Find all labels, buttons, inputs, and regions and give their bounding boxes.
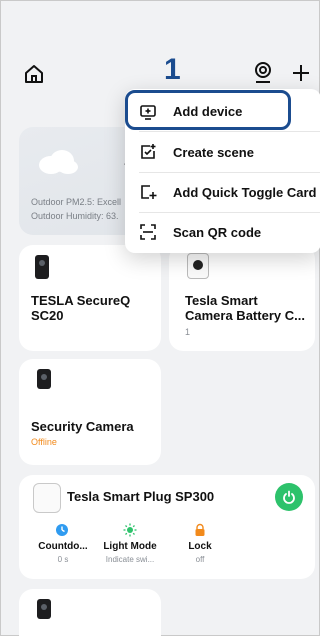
weather-humidity: Outdoor Humidity: 63. (31, 211, 119, 221)
device-name-line2: SC20 (31, 308, 64, 323)
device-image (33, 483, 61, 513)
power-button[interactable] (275, 483, 303, 511)
device-image (35, 255, 49, 279)
lock-icon[interactable] (193, 523, 207, 537)
create-scene-icon (141, 144, 156, 159)
device-image (37, 599, 51, 619)
device-status: Offline (31, 437, 57, 447)
function-label-lock: Lock (188, 541, 212, 552)
device-image (187, 253, 209, 279)
function-label-countdown: Countdo... (38, 541, 88, 552)
menu-item-add-quick-toggle[interactable]: Add Quick Toggle Card (125, 172, 320, 212)
weather-pm25: Outdoor PM2.5: Excell (31, 197, 122, 207)
step-number-annotation: 1 (164, 53, 181, 86)
camera-icon[interactable] (253, 61, 273, 85)
device-card-smart-plug[interactable]: Tesla Smart Plug SP300 Countdo... 0 s Li… (19, 475, 315, 579)
sun-icon[interactable] (123, 523, 137, 537)
device-card-security-camera[interactable]: Security Camera Offline (19, 359, 161, 465)
device-card-partial[interactable] (19, 589, 161, 636)
menu-item-label: Create scene (173, 144, 254, 160)
home-icon[interactable] (23, 63, 45, 85)
menu-item-create-scene[interactable]: Create scene (125, 132, 320, 172)
device-card-secureq[interactable]: TESLA SecureQ SC20 (19, 245, 161, 351)
annotation-highlight-box (125, 90, 291, 130)
add-card-icon (141, 185, 157, 199)
menu-item-label: Add Quick Toggle Card (173, 184, 317, 200)
device-subtitle: 1 (185, 327, 191, 337)
device-name: Tesla Smart Plug SP300 (67, 489, 215, 504)
device-name-line1: TESLA SecureQ (31, 293, 131, 308)
menu-item-label: Scan QR code (173, 224, 262, 240)
plus-icon[interactable] (291, 63, 311, 83)
function-sub-countdown: 0 s (57, 555, 69, 564)
device-name-line2: Camera Battery C... (185, 308, 305, 323)
timer-icon[interactable] (55, 523, 69, 537)
menu-item-scan-qr[interactable]: Scan QR code (125, 212, 320, 252)
device-card-camera-battery[interactable]: Tesla Smart Camera Battery C... 1 (169, 245, 315, 351)
cloud-icon (39, 150, 78, 174)
device-name-line1: Tesla Smart (185, 293, 258, 308)
function-sub-light-mode: Indicate swi... (105, 555, 155, 564)
device-image (37, 369, 51, 389)
function-label-light-mode: Light Mode (103, 541, 157, 552)
scan-qr-icon (140, 224, 156, 240)
function-sub-lock: off (195, 555, 205, 564)
app-header (1, 1, 319, 101)
device-name: Security Camera (31, 419, 134, 434)
power-icon (283, 490, 295, 504)
